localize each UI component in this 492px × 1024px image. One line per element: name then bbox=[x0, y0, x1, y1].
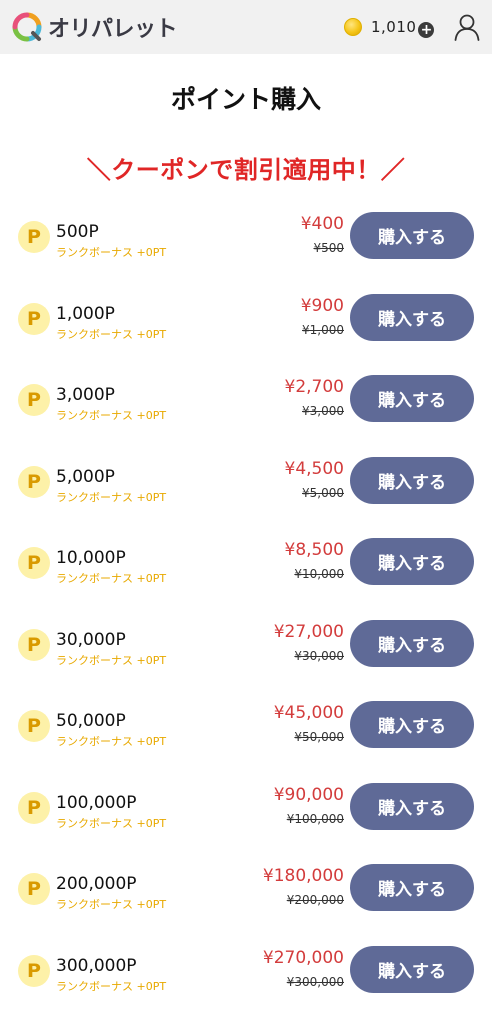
point-package-row: P 100,000P ランクボーナス +0PT ¥90,000 ¥100,000… bbox=[0, 781, 492, 863]
point-package-row: P 10,000P ランクボーナス +0PT ¥8,500 ¥10,000 購入… bbox=[0, 536, 492, 618]
sale-price: ¥27,000 bbox=[273, 621, 344, 642]
rank-bonus: ランクボーナス +0PT bbox=[56, 409, 167, 422]
package-points: 200,000P bbox=[56, 874, 137, 894]
sale-price: ¥400 bbox=[300, 214, 344, 234]
sale-price: ¥4,500 bbox=[284, 458, 344, 479]
buy-button[interactable]: 購入する bbox=[350, 619, 474, 667]
package-points: 500P bbox=[56, 222, 99, 242]
point-package-list: P 500P ランクボーナス +0PT ¥400 ¥500 購入する P 1,0… bbox=[0, 210, 492, 1024]
original-price: ¥100,000 bbox=[286, 811, 344, 826]
point-p-icon: P bbox=[18, 873, 50, 905]
sale-price: ¥2,700 bbox=[284, 377, 344, 397]
rank-bonus: ランクボーナス +0PT bbox=[56, 979, 167, 993]
coin-balance[interactable]: 1,010 + bbox=[344, 0, 435, 54]
point-p-icon: P bbox=[18, 302, 50, 335]
original-price: ¥30,000 bbox=[294, 648, 344, 663]
buy-button[interactable]: 購入する bbox=[350, 456, 474, 504]
sale-price: ¥45,000 bbox=[273, 703, 344, 723]
buy-button[interactable]: 購入する bbox=[350, 945, 474, 993]
coin-icon bbox=[344, 18, 362, 36]
buy-button[interactable]: 購入する bbox=[350, 864, 474, 911]
buy-button[interactable]: 購入する bbox=[350, 212, 474, 259]
point-p-icon: P bbox=[18, 384, 50, 416]
original-price: ¥50,000 bbox=[294, 730, 344, 744]
sale-price: ¥8,500 bbox=[284, 540, 344, 560]
package-points: 5,000P bbox=[56, 466, 115, 487]
palette-logo-icon bbox=[12, 12, 42, 42]
rank-bonus: ランクボーナス +0PT bbox=[56, 653, 167, 667]
package-points: 300,000P bbox=[56, 955, 137, 976]
point-package-row: P 1,000P ランクボーナス +0PT ¥900 ¥1,000 購入する bbox=[0, 292, 492, 374]
app-name: オリパレット bbox=[48, 17, 178, 42]
point-package-row: P 30,000P ランクボーナス +0PT ¥27,000 ¥30,000 購… bbox=[0, 618, 492, 700]
original-price: ¥200,000 bbox=[286, 893, 344, 907]
buy-button[interactable]: 購入する bbox=[350, 375, 474, 422]
package-points: 3,000P bbox=[56, 385, 115, 405]
point-p-icon: P bbox=[18, 465, 50, 498]
point-p-icon: P bbox=[18, 221, 50, 253]
original-price: ¥500 bbox=[313, 241, 344, 255]
point-package-row: P 5,000P ランクボーナス +0PT ¥4,500 ¥5,000 購入する bbox=[0, 455, 492, 537]
point-package-row: P 200,000P ランクボーナス +0PT ¥180,000 ¥200,00… bbox=[0, 862, 492, 944]
package-points: 100,000P bbox=[56, 792, 137, 813]
page-title: ポイント購入 bbox=[170, 85, 321, 114]
original-price: ¥10,000 bbox=[294, 567, 344, 581]
rank-bonus: ランクボーナス +0PT bbox=[56, 898, 167, 911]
plus-icon[interactable]: + bbox=[418, 22, 435, 38]
sale-price: ¥270,000 bbox=[262, 947, 344, 968]
package-points: 1,000P bbox=[56, 303, 115, 324]
sale-price: ¥180,000 bbox=[262, 866, 344, 886]
point-package-row: P 3,000P ランクボーナス +0PT ¥2,700 ¥3,000 購入する bbox=[0, 373, 492, 455]
coin-count: 1,010 bbox=[371, 18, 417, 36]
point-p-icon: P bbox=[18, 628, 50, 661]
coupon-banner: ＼クーポンで割引適用中！／ bbox=[86, 156, 406, 184]
original-price: ¥5,000 bbox=[302, 485, 344, 500]
app-logo[interactable]: オリパレット bbox=[12, 0, 178, 54]
user-icon[interactable] bbox=[452, 12, 482, 42]
buy-button[interactable]: 購入する bbox=[350, 293, 474, 341]
buy-button[interactable]: 購入する bbox=[350, 701, 474, 748]
original-price: ¥300,000 bbox=[286, 974, 344, 989]
rank-bonus: ランクボーナス +0PT bbox=[56, 816, 167, 830]
point-package-row: P 500P ランクボーナス +0PT ¥400 ¥500 購入する bbox=[0, 210, 492, 292]
original-price: ¥3,000 bbox=[302, 404, 344, 418]
rank-bonus: ランクボーナス +0PT bbox=[56, 246, 167, 259]
rank-bonus: ランクボーナス +0PT bbox=[56, 490, 167, 504]
point-package-row: P 300,000P ランクボーナス +0PT ¥270,000 ¥300,00… bbox=[0, 944, 492, 1024]
rank-bonus: ランクボーナス +0PT bbox=[56, 735, 167, 748]
point-p-icon: P bbox=[18, 710, 50, 742]
buy-button[interactable]: 購入する bbox=[350, 538, 474, 585]
point-p-icon: P bbox=[18, 547, 50, 579]
sale-price: ¥900 bbox=[300, 295, 344, 316]
point-p-icon: P bbox=[18, 791, 50, 824]
point-package-row: P 50,000P ランクボーナス +0PT ¥45,000 ¥50,000 購… bbox=[0, 699, 492, 781]
point-p-icon: P bbox=[18, 954, 50, 987]
package-points: 30,000P bbox=[56, 629, 126, 650]
original-price: ¥1,000 bbox=[302, 322, 344, 337]
package-points: 10,000P bbox=[56, 548, 126, 568]
buy-button[interactable]: 購入する bbox=[350, 782, 474, 830]
package-points: 50,000P bbox=[56, 711, 126, 731]
sale-price: ¥90,000 bbox=[273, 784, 344, 805]
rank-bonus: ランクボーナス +0PT bbox=[56, 327, 167, 341]
top-bar: オリパレット 1,010 + bbox=[0, 0, 492, 54]
rank-bonus: ランクボーナス +0PT bbox=[56, 572, 167, 585]
